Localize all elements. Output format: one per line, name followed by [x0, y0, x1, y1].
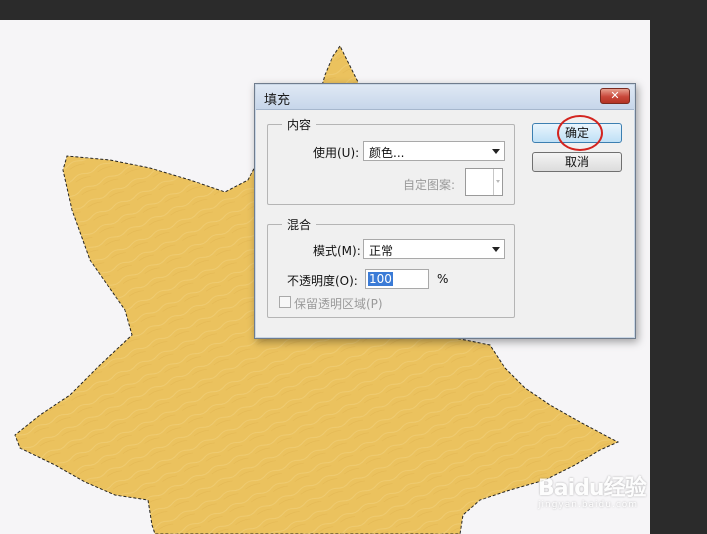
preserve-transparency-label: 保留透明区域(P) — [294, 297, 383, 311]
use-select[interactable]: 颜色... — [363, 141, 505, 161]
watermark-url: jingyan.baidu.com — [538, 500, 639, 510]
use-label: 使用(U): — [313, 146, 360, 160]
opacity-label: 不透明度(O): — [287, 274, 358, 288]
chevron-down-icon — [492, 247, 500, 252]
watermark-logo: Baidu经验 — [538, 476, 647, 501]
mode-select-value: 正常 — [369, 244, 394, 258]
cancel-button[interactable]: 取消 — [532, 152, 622, 172]
dialog-title: 填充 — [264, 93, 291, 108]
custom-pattern-picker[interactable] — [465, 168, 503, 196]
blend-group-legend: 混合 — [282, 216, 317, 233]
chevron-down-icon — [493, 169, 502, 195]
custom-pattern-label: 自定图案: — [403, 178, 456, 192]
content-group-legend: 内容 — [282, 116, 317, 133]
close-icon: ✕ — [610, 89, 620, 102]
mode-label: 模式(M): — [313, 244, 361, 258]
opacity-unit: % — [437, 272, 449, 286]
use-select-value: 颜色... — [369, 146, 405, 160]
dialog-titlebar[interactable]: 填充 ✕ — [256, 85, 634, 110]
baidu-watermark: Baidu经验 jingyan.baidu.com — [538, 470, 647, 510]
chevron-down-icon — [492, 149, 500, 154]
opacity-input[interactable]: 100 — [365, 269, 429, 289]
red-highlight-circle — [557, 115, 603, 151]
close-button[interactable]: ✕ — [600, 88, 630, 104]
opacity-value: 100 — [368, 272, 393, 286]
mode-select[interactable]: 正常 — [363, 239, 505, 259]
preserve-transparency-checkbox[interactable] — [279, 296, 291, 308]
